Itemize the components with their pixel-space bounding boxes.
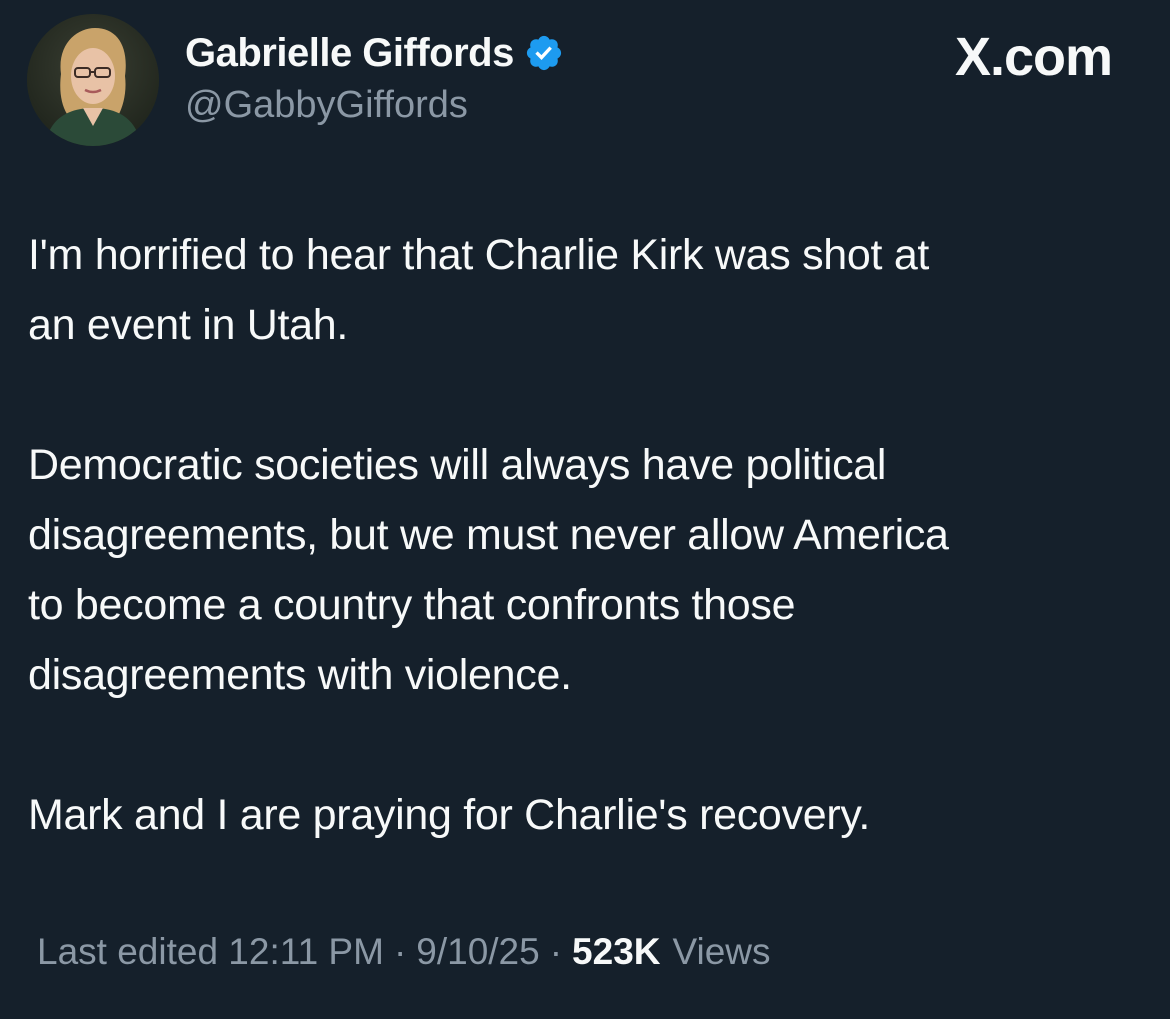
tweet-paragraph: I'm horrified to hear that Charlie Kirk …: [28, 231, 930, 349]
profile-photo: [27, 14, 159, 146]
views-count: 523K: [572, 931, 661, 972]
author-name-row[interactable]: Gabrielle Giffords: [185, 29, 564, 77]
post-date[interactable]: 9/10/25: [416, 931, 539, 973]
separator-dot: ·: [549, 931, 563, 972]
verified-badge-icon[interactable]: [524, 33, 564, 73]
tweet-paragraph: Democratic societies will always have po…: [28, 441, 949, 699]
display-name[interactable]: Gabrielle Giffords: [185, 31, 514, 76]
author-handle[interactable]: @GabbyGiffords: [185, 84, 468, 127]
views-label: Views: [672, 931, 771, 972]
tweet-text: I'm horrified to hear that Charlie Kirk …: [28, 220, 1153, 850]
avatar[interactable]: [27, 14, 159, 146]
edited-timestamp[interactable]: Last edited 12:11 PM: [37, 931, 384, 973]
tweet-metadata: Last edited 12:11 PM · 9/10/25 · 523K Vi…: [37, 924, 771, 980]
tweet-paragraph: Mark and I are praying for Charlie's rec…: [28, 791, 871, 839]
site-label: X.com: [954, 27, 1113, 87]
separator-dot: ·: [393, 931, 407, 972]
